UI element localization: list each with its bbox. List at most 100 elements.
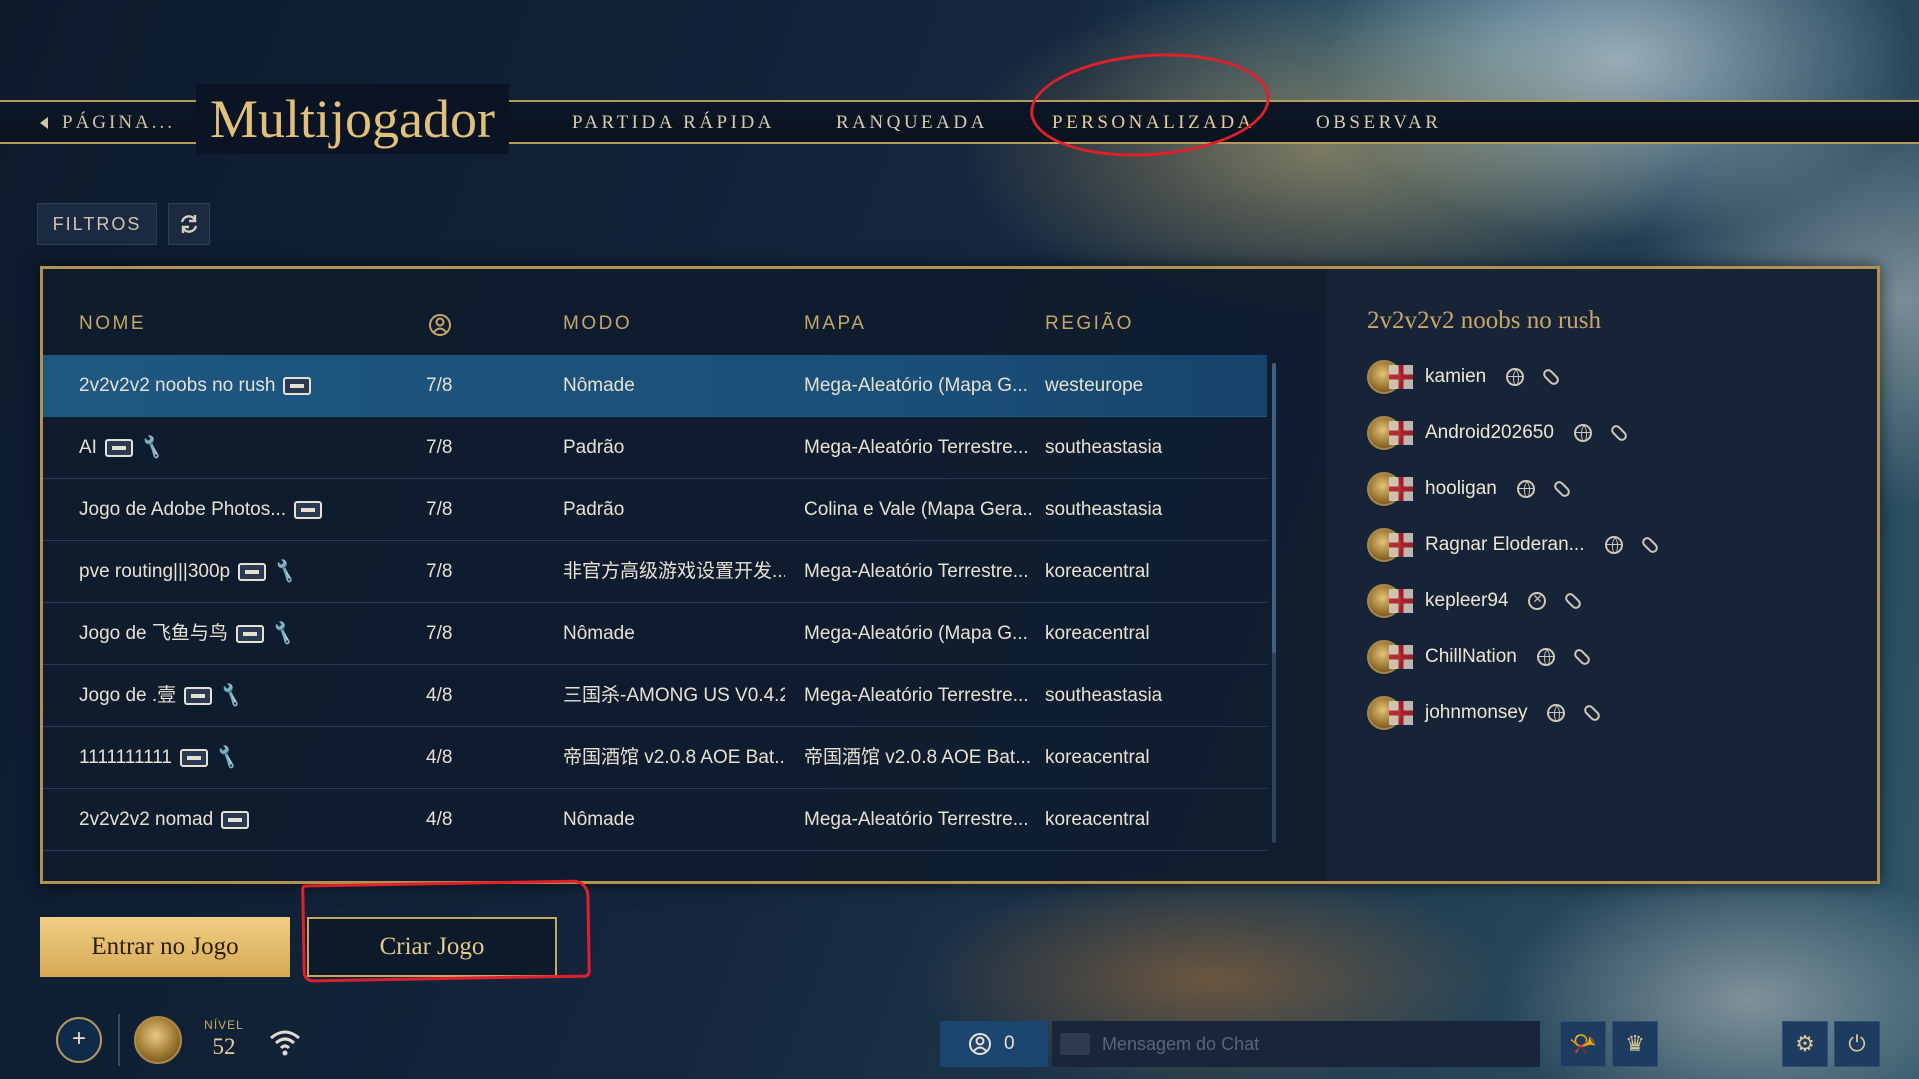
lobby-name: 1111111111 xyxy=(79,747,172,768)
xbox-icon xyxy=(1528,592,1547,610)
lobby-map: Colina e Vale (Mapa Gera... xyxy=(804,499,1032,520)
lobby-row[interactable]: Jogo de 飞鱼与鸟 🔧 7/8 Nômade Mega-Aleatório (Ma… xyxy=(43,603,1267,665)
lobby-players: 7/8 xyxy=(426,499,453,520)
globe-icon xyxy=(1536,648,1555,666)
filters-button[interactable]: FILTROS xyxy=(37,203,157,245)
player-name: hooligan xyxy=(1425,478,1497,499)
lobby-name-cell: 2v2v2v2 nomad xyxy=(79,789,449,850)
lobby-name: AI xyxy=(79,437,97,458)
back-label: PÁGINA... xyxy=(62,112,176,133)
globe-icon xyxy=(1573,424,1592,442)
lobby-row[interactable]: AI 🔧 7/8 Padrão Mega-Aleatório Terrestre... s… xyxy=(43,417,1267,479)
lobby-map: Mega-Aleatório Terrestre... xyxy=(804,685,1029,706)
add-friend-button[interactable]: + xyxy=(56,1017,102,1063)
lobby-row[interactable]: Jogo de .壹 🔧 4/8 三国杀-AMONG US V0.4.2 Mega-Al… xyxy=(43,665,1267,727)
lobby-map: Mega-Aleatório (Mapa G... xyxy=(804,623,1028,644)
wrench-icon: 🔧 xyxy=(217,681,246,709)
mod-pill-icon xyxy=(1551,479,1572,499)
controller-icon xyxy=(184,686,213,705)
controller-icon xyxy=(294,500,323,519)
globe-icon xyxy=(1547,704,1566,722)
controller-icon xyxy=(104,438,133,457)
lobby-name: Jogo de .壹 xyxy=(79,685,177,706)
controller-icon xyxy=(179,748,208,767)
column-header-map[interactable]: MAPA xyxy=(804,309,866,339)
chat-input[interactable]: Mensagem do Chat xyxy=(1052,1021,1540,1067)
refresh-icon xyxy=(180,215,198,233)
list-scrollbar[interactable] xyxy=(1272,363,1276,843)
power-icon: ⏻ xyxy=(1848,1031,1866,1056)
lobby-map: Mega-Aleatório Terrestre... xyxy=(804,561,1029,582)
lobby-map: Mega-Aleatório Terrestre... xyxy=(804,809,1029,830)
lobby-mode: Nômade xyxy=(563,375,635,396)
mod-pill-icon xyxy=(1608,423,1629,443)
mod-pill-icon xyxy=(1582,703,1603,723)
lobby-name: Jogo de Adobe Photos... xyxy=(79,499,287,520)
tab-ranked[interactable]: RANQUEADA xyxy=(836,110,988,136)
globe-icon xyxy=(1506,368,1525,386)
lobby-players: 7/8 xyxy=(426,561,453,582)
lobby-mode: 帝国酒馆 v2.0.8 AOE Bat... xyxy=(563,747,785,768)
tab-quick-match[interactable]: PARTIDA RÁPIDA xyxy=(572,110,775,136)
player-entry[interactable]: kamien xyxy=(1367,357,1562,397)
player-flag-icon xyxy=(1389,701,1413,725)
player-emblem-avatar[interactable] xyxy=(134,1016,182,1064)
column-header-mode[interactable]: MODO xyxy=(563,309,632,339)
lobby-players: 7/8 xyxy=(426,623,453,644)
online-users-icon xyxy=(969,1033,991,1055)
lobby-row[interactable]: 1111111111 🔧 4/8 帝国酒馆 v2.0.8 AOE Bat... 帝国酒馆… xyxy=(43,727,1267,789)
lobby-map: 帝国酒馆 v2.0.8 AOE Bat... xyxy=(804,747,1032,768)
refresh-button[interactable] xyxy=(168,203,210,245)
wrench-icon: 🔧 xyxy=(269,619,298,647)
player-entry[interactable]: Ragnar Eloderan... xyxy=(1367,525,1660,565)
lobby-name-cell: Jogo de .壹 🔧 xyxy=(79,665,449,726)
level-value: 52 xyxy=(212,1034,236,1059)
player-name: Android202650 xyxy=(1425,422,1554,443)
lobby-region: westeurope xyxy=(1045,375,1144,396)
player-flag-icon xyxy=(1389,589,1413,613)
player-flag-icon xyxy=(1389,645,1413,669)
lobby-players: 4/8 xyxy=(426,747,453,768)
settings-button[interactable]: ⚙ xyxy=(1782,1021,1828,1067)
player-entry[interactable]: johnmonsey xyxy=(1367,693,1603,733)
player-entry[interactable]: kepleer94 xyxy=(1367,581,1584,621)
player-name: kepleer94 xyxy=(1425,590,1509,611)
lobby-detail-panel: 2v2v2v2 noobs no rush kamien Android20265… xyxy=(1327,269,1877,881)
lobby-region: koreacentral xyxy=(1045,747,1150,768)
notifications-button[interactable]: 📯 xyxy=(1560,1021,1606,1067)
column-header-name[interactable]: NOME xyxy=(79,309,146,339)
lobby-region: koreacentral xyxy=(1045,809,1150,830)
lobby-row[interactable]: 2v2v2v2 noobs no rush 7/8 Nômade Mega-Aleat… xyxy=(43,355,1267,417)
player-entry[interactable]: ChillNation xyxy=(1367,637,1592,677)
lobby-row[interactable]: pve routing|||300p 🔧 7/8 非官方高级游戏设置开发... Mega… xyxy=(43,541,1267,603)
player-name: johnmonsey xyxy=(1425,702,1528,723)
player-entry[interactable]: Android202650 xyxy=(1367,413,1629,453)
achievements-button[interactable]: ♛ xyxy=(1612,1021,1658,1067)
player-count-icon xyxy=(429,314,451,336)
lobby-browser-panel: NOME MODO MAPA REGIÃO 2v2v2v2 noobs no r… xyxy=(40,266,1880,884)
tab-spectate[interactable]: OBSERVAR xyxy=(1316,110,1441,136)
lobby-row[interactable]: 2v2v2v2 nomad 4/8 Nômade Mega-Aleatório Ter… xyxy=(43,789,1267,851)
globe-icon xyxy=(1516,480,1535,498)
player-entry[interactable]: hooligan xyxy=(1367,469,1572,509)
player-name: kamien xyxy=(1425,366,1487,387)
power-button[interactable]: ⏻ xyxy=(1834,1021,1880,1067)
column-header-region[interactable]: REGIÃO xyxy=(1045,309,1134,339)
gear-icon: ⚙ xyxy=(1795,1031,1815,1056)
wifi-icon xyxy=(270,1030,300,1056)
wrench-icon: 🔧 xyxy=(138,433,167,461)
player-flag-icon xyxy=(1389,365,1413,389)
online-count[interactable]: 0 xyxy=(940,1021,1048,1067)
back-button[interactable]: PÁGINA... xyxy=(40,110,175,136)
lobby-players: 4/8 xyxy=(426,809,453,830)
lobby-name-cell: Jogo de Adobe Photos... xyxy=(79,479,449,540)
controller-icon xyxy=(238,562,267,581)
lobby-row[interactable]: Jogo de Adobe Photos... 7/8 Padrão Colina e… xyxy=(43,479,1267,541)
join-game-button[interactable]: Entrar no Jogo xyxy=(40,917,290,977)
column-header-players[interactable] xyxy=(428,313,452,337)
lobby-region: southeastasia xyxy=(1045,685,1163,706)
scrollbar-thumb[interactable] xyxy=(1272,363,1276,653)
online-count-value: 0 xyxy=(1004,1033,1015,1054)
lobby-players: 7/8 xyxy=(426,437,453,458)
player-name: ChillNation xyxy=(1425,646,1517,667)
